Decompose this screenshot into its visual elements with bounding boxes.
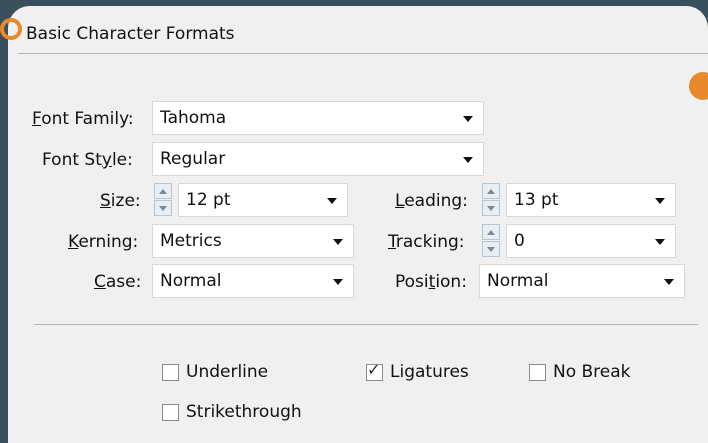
case-dropdown[interactable]: Normal: [152, 264, 354, 298]
size-label: Size:: [100, 191, 141, 211]
position-dropdown[interactable]: Normal: [479, 264, 685, 298]
tracking-dropdown[interactable]: 0: [506, 224, 676, 258]
leading-value: 13 pt: [514, 190, 559, 210]
size-value: 12 pt: [186, 190, 231, 210]
font-style-label: Font Style:: [42, 150, 133, 170]
case-value: Normal: [160, 271, 222, 291]
chevron-down-icon: [463, 157, 473, 163]
stepper-up-icon[interactable]: [154, 183, 172, 199]
font-style-dropdown[interactable]: Regular: [152, 142, 484, 176]
ligatures-checkbox[interactable]: ✓: [366, 360, 383, 381]
underline-checkbox[interactable]: [162, 364, 179, 381]
divider-top: [18, 53, 708, 54]
no-break-checkbox[interactable]: [529, 364, 546, 381]
position-label: Position:: [395, 272, 467, 292]
strikethrough-label[interactable]: Strikethrough: [186, 402, 302, 422]
font-family-dropdown[interactable]: Tahoma: [152, 101, 484, 135]
leading-label: Leading:: [395, 191, 468, 211]
kerning-label: Kerning:: [68, 232, 139, 252]
font-family-label: Font Family:: [32, 109, 134, 129]
stepper-down-icon[interactable]: [482, 241, 500, 257]
leading-dropdown[interactable]: 13 pt: [506, 183, 676, 217]
chevron-down-icon: [333, 239, 343, 245]
chevron-down-icon: [655, 198, 665, 204]
case-label: Case:: [94, 272, 142, 292]
divider-bottom: [34, 324, 698, 325]
highlight-ring-marker: [0, 18, 22, 40]
leading-stepper[interactable]: [482, 183, 502, 217]
ligatures-label[interactable]: Ligatures: [390, 362, 469, 382]
stepper-down-icon[interactable]: [154, 200, 172, 216]
strikethrough-checkbox[interactable]: [162, 404, 179, 421]
size-stepper[interactable]: [154, 183, 174, 217]
no-break-label[interactable]: No Break: [553, 362, 631, 382]
font-family-value: Tahoma: [160, 108, 227, 128]
tracking-stepper[interactable]: [482, 224, 502, 258]
chevron-down-icon: [463, 116, 473, 122]
chevron-down-icon: [333, 279, 343, 285]
font-style-value: Regular: [160, 149, 226, 169]
size-dropdown[interactable]: 12 pt: [178, 183, 348, 217]
tracking-value: 0: [514, 231, 525, 251]
checkmark-icon: ✓: [367, 360, 381, 379]
underline-label[interactable]: Underline: [186, 362, 268, 382]
kerning-value: Metrics: [160, 231, 222, 251]
kerning-dropdown[interactable]: Metrics: [152, 224, 354, 258]
stepper-up-icon[interactable]: [482, 183, 500, 199]
chevron-down-icon: [655, 239, 665, 245]
position-value: Normal: [487, 271, 549, 291]
section-title: Basic Character Formats: [26, 24, 235, 44]
character-formats-panel: Basic Character Formats Font Family: Tah…: [0, 6, 708, 443]
stepper-down-icon[interactable]: [482, 200, 500, 216]
chevron-down-icon: [664, 279, 674, 285]
chevron-down-icon: [327, 198, 337, 204]
stepper-up-icon[interactable]: [482, 224, 500, 240]
tracking-label: Tracking:: [388, 232, 465, 252]
